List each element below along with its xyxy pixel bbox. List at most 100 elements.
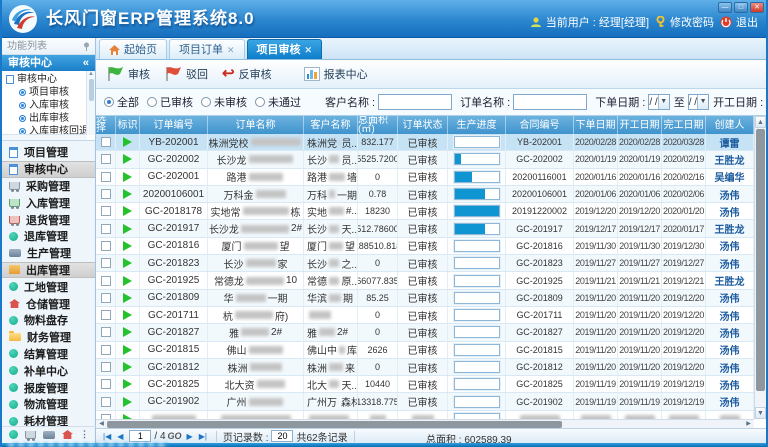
table-row[interactable]: GC-201816厦门望厦门望188510.818已审核GC-201816201…: [96, 238, 766, 255]
radio-未审核[interactable]: 未审核: [201, 94, 247, 110]
row-checkbox[interactable]: [101, 258, 111, 268]
radio-icon[interactable]: [104, 97, 114, 107]
row-checkbox[interactable]: [101, 241, 111, 251]
column-header-合同编号[interactable]: 合同编号: [506, 116, 574, 134]
sidebar-item-项目管理[interactable]: 项目管理: [2, 144, 95, 161]
customer-name-input[interactable]: [378, 94, 452, 110]
sidebar-item-审核中心[interactable]: 审核中心: [2, 161, 95, 178]
column-header-客户名称[interactable]: 客户名称: [304, 116, 358, 134]
table-row[interactable]: GC-201711杭府)0已审核GC-2017112019/11/202019/…: [96, 307, 766, 324]
sidebar-item-补单中心[interactable]: 补单中心: [2, 362, 95, 379]
tab-项目订单[interactable]: 项目订单✕: [169, 39, 245, 59]
row-checkbox[interactable]: [101, 397, 111, 407]
sidebar-item-仓储管理[interactable]: 仓储管理: [2, 295, 95, 312]
column-header-订单编号[interactable]: 订单编号: [140, 116, 208, 134]
table-row[interactable]: GC-2018178实地常栋实地#..18230已审核2019122000220…: [96, 203, 766, 220]
sidebar-item-入库管理[interactable]: 入库管理: [2, 194, 95, 211]
table-row[interactable]: 20200106001万科金万科一期0.78已审核202001060012020…: [96, 186, 766, 203]
tree-item-项目审核[interactable]: 项目审核: [6, 86, 95, 99]
row-checkbox[interactable]: [101, 293, 111, 303]
page-number-input[interactable]: [129, 430, 151, 442]
order-date-input[interactable]: / /▼: [648, 94, 669, 110]
sidebar-group-header[interactable]: 审核中心 «: [2, 55, 95, 71]
tab-项目审核[interactable]: 项目审核✕: [247, 39, 323, 59]
column-header-开工日期[interactable]: 开工日期: [618, 116, 662, 134]
table-row[interactable]: GC-202001路港路港墙0已审核202001160012020/01/162…: [96, 169, 766, 186]
pin-icon[interactable]: [83, 42, 90, 51]
go-button[interactable]: GO: [168, 431, 182, 441]
page-size-input[interactable]: [271, 430, 293, 442]
next-page-button[interactable]: ▶: [187, 432, 193, 441]
close-tab-icon[interactable]: ✕: [227, 40, 235, 60]
row-checkbox[interactable]: [101, 137, 111, 147]
column-header-总面积(㎡)[interactable]: 总面积(㎡): [358, 116, 398, 134]
column-header-选择[interactable]: 选择: [96, 116, 116, 134]
sidebar-item-退库管理[interactable]: 退库管理: [2, 228, 95, 245]
审核-button[interactable]: 审核: [106, 66, 150, 82]
more-dots-icon[interactable]: ⋮: [80, 429, 89, 440]
column-header-下单日期[interactable]: 下单日期: [574, 116, 618, 134]
table-row[interactable]: GC-201825北大资北大天..10440已审核GC-2018252019/1…: [96, 376, 766, 393]
sidebar-item-采购管理[interactable]: 采购管理: [2, 178, 95, 195]
sidebar-item-物流管理[interactable]: 物流管理: [2, 396, 95, 413]
sidebar-item-退货管理[interactable]: 退货管理: [2, 211, 95, 228]
column-header-标识[interactable]: 标识: [116, 116, 140, 134]
column-header-完工日期[interactable]: 完工日期: [662, 116, 706, 134]
row-checkbox[interactable]: [101, 206, 111, 216]
maximize-button[interactable]: □: [734, 2, 748, 13]
last-page-button[interactable]: ▶|: [199, 432, 207, 441]
sidebar-item-出库管理[interactable]: 出库管理: [2, 262, 95, 279]
table-horizontal-scrollbar[interactable]: ◀ ▶: [96, 419, 754, 428]
table-row[interactable]: GC-201925常德龙10常德原..266077.835..已审核GC-201…: [96, 272, 766, 289]
row-checkbox[interactable]: [101, 379, 111, 389]
row-checkbox[interactable]: [101, 189, 111, 199]
logout-button[interactable]: 退出: [720, 14, 758, 30]
table-row[interactable]: GC-201815佛山佛山中库2626已审核GC-2018152019/11/2…: [96, 342, 766, 359]
change-password-button[interactable]: 修改密码: [655, 14, 714, 30]
tab-起始页[interactable]: 起始页: [99, 39, 167, 59]
close-tab-icon[interactable]: ✕: [305, 40, 313, 60]
vertical-scroll-thumb[interactable]: [756, 129, 765, 391]
row-checkbox[interactable]: [101, 276, 111, 286]
row-checkbox[interactable]: [101, 154, 111, 164]
tree-root-item[interactable]: 审核中心: [6, 73, 95, 86]
prev-page-button[interactable]: ◀: [117, 432, 123, 441]
order-name-input[interactable]: [513, 94, 587, 110]
tree-item-出库审核[interactable]: 出库审核: [6, 112, 95, 125]
table-row[interactable]: [96, 411, 766, 419]
row-checkbox[interactable]: [101, 310, 111, 320]
row-checkbox[interactable]: [101, 362, 111, 372]
column-header-创建人[interactable]: 创建人: [706, 116, 754, 134]
table-row[interactable]: GC-201809华一期华滨期85.25已审核GC-2018092019/11/…: [96, 290, 766, 307]
scroll-down-icon[interactable]: ▼: [755, 407, 766, 419]
sidebar-item-生产管理[interactable]: 生产管理: [2, 245, 95, 262]
table-row[interactable]: GC-201812株洲株洲来0已审核GC-2018122019/11/20201…: [96, 359, 766, 376]
house-icon[interactable]: [62, 430, 73, 439]
报表中心-button[interactable]: 报表中心: [304, 66, 368, 82]
sidebar-item-物料盘存[interactable]: 物料盘存: [2, 312, 95, 329]
horizontal-scroll-thumb[interactable]: [107, 421, 562, 428]
collapse-icon[interactable]: «: [83, 55, 89, 71]
radio-icon[interactable]: [255, 97, 265, 107]
table-row[interactable]: GC-201902广州广州万森林13318.775已审核GC-201902201…: [96, 393, 766, 410]
scroll-left-icon[interactable]: ◀: [96, 420, 107, 428]
row-checkbox[interactable]: [101, 327, 111, 337]
column-header-订单状态[interactable]: 订单状态: [398, 116, 448, 134]
table-row[interactable]: YB-202001株洲党校株洲党员..832.177已审核YB-20200120…: [96, 134, 766, 151]
column-header-生产进度[interactable]: 生产进度: [448, 116, 506, 134]
row-checkbox[interactable]: [101, 224, 111, 234]
minimize-button[interactable]: —: [718, 2, 732, 13]
table-row[interactable]: GC-201823长沙家长沙之..0已审核GC-2018232019/11/27…: [96, 255, 766, 272]
machine-icon[interactable]: [43, 431, 55, 439]
驳回-button[interactable]: 驳回: [164, 66, 208, 82]
sidebar-item-报废管理[interactable]: 报废管理: [2, 379, 95, 396]
sidebar-item-财务管理[interactable]: 财务管理: [2, 329, 95, 346]
table-row[interactable]: GC-201827雅2#雅2#0已审核GC-2018272019/11/2020…: [96, 324, 766, 341]
order-date-end-input[interactable]: / /▼: [688, 94, 709, 110]
first-page-button[interactable]: |◀: [103, 432, 111, 441]
tree-vertical-scrollbar[interactable]: ▲: [86, 71, 95, 135]
tree-horizontal-scrollbar[interactable]: [2, 134, 87, 140]
chevron-down-icon[interactable]: ▼: [658, 95, 669, 109]
sidebar-item-工地管理[interactable]: 工地管理: [2, 278, 95, 295]
table-row[interactable]: GC-202002长沙龙长沙员..65525.7200..已审核GC-20200…: [96, 151, 766, 168]
